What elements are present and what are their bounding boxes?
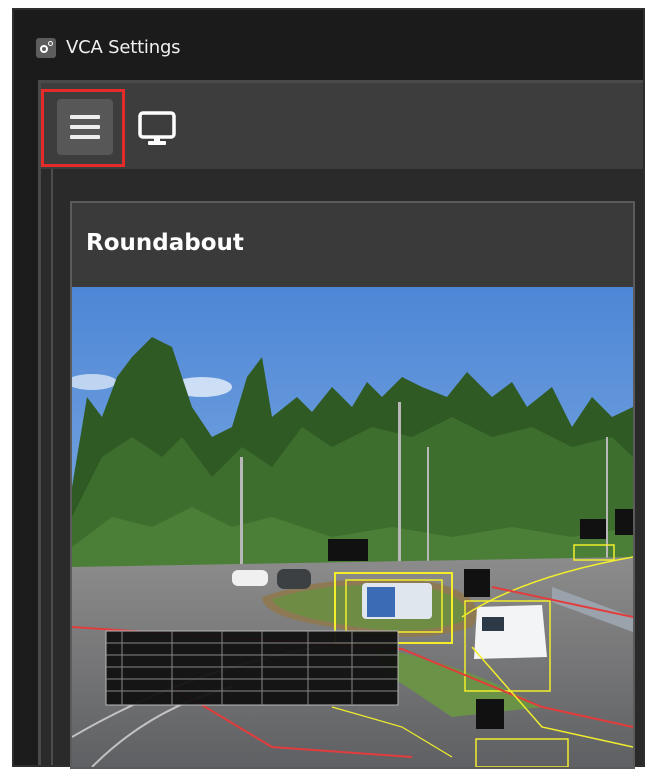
monitor-button[interactable] — [137, 109, 177, 149]
camera-video-feed[interactable] — [72, 287, 633, 767]
toolbar — [41, 83, 643, 169]
settings-app-icon — [36, 38, 56, 58]
vca-settings-window: VCA Settings Roundabout — [12, 8, 645, 769]
hamburger-menu-icon — [70, 115, 100, 119]
hamburger-menu-button[interactable] — [57, 99, 113, 155]
settings-content: Roundabout — [38, 80, 643, 769]
tree-line — [51, 169, 53, 765]
roundabout-scene — [72, 287, 633, 767]
camera-panel-title: Roundabout — [86, 230, 244, 256]
title-bar: VCA Settings — [14, 10, 643, 80]
camera-panel[interactable]: Roundabout — [70, 201, 635, 769]
monitor-icon — [138, 111, 176, 145]
window-title: VCA Settings — [66, 37, 181, 58]
camera-panel-header: Roundabout — [72, 203, 633, 287]
